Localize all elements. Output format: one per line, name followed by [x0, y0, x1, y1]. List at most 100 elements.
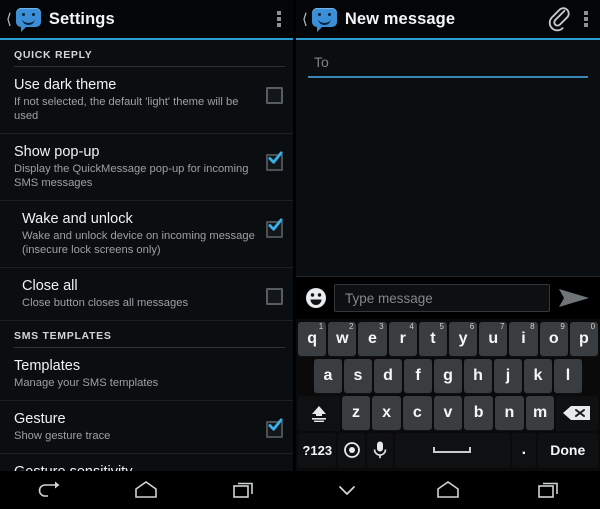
key-r[interactable]: 4r	[388, 322, 417, 356]
checkbox-wake-and-unlock[interactable]	[266, 218, 283, 238]
overflow-menu-icon[interactable]	[578, 8, 594, 30]
checkmark-icon	[268, 151, 283, 164]
setting-texts: Close all Close button closes all messag…	[22, 277, 266, 310]
period-key[interactable]: .	[512, 433, 536, 467]
done-key[interactable]: Done	[537, 433, 598, 467]
keyboard-row-3: z x c v b n m	[298, 396, 598, 430]
key-e[interactable]: 3e	[358, 322, 387, 356]
setting-texts: Wake and unlock Wake and unlock device o…	[22, 210, 266, 257]
setting-row-gesture-sensitivity[interactable]: Gesture sensitivity	[0, 454, 293, 471]
row2-right-spacer	[584, 359, 598, 393]
key-s[interactable]: s	[344, 359, 372, 393]
checkbox-show-popup[interactable]	[266, 151, 283, 171]
setting-row-templates[interactable]: Templates Manage your SMS templates	[0, 348, 293, 401]
key-v[interactable]: v	[433, 396, 463, 430]
checkbox-gesture[interactable]	[266, 418, 283, 438]
setting-row-wake-and-unlock[interactable]: Wake and unlock Wake and unlock device o…	[0, 201, 293, 268]
speech-bubble-smiley-icon[interactable]	[311, 8, 337, 32]
key-c[interactable]: c	[402, 396, 432, 430]
settings-action-bar: ⟨ Settings	[0, 0, 293, 40]
back-chevron-icon[interactable]: ⟨	[5, 12, 13, 27]
keyboard-settings-icon[interactable]	[338, 433, 365, 467]
recent-apps-icon[interactable]	[525, 475, 573, 505]
page-title: Settings	[48, 9, 115, 28]
setting-summary: Wake and unlock device on incoming messa…	[22, 230, 255, 256]
emoji-smiley-icon[interactable]	[304, 286, 328, 310]
setting-row-gesture[interactable]: Gesture Show gesture trace	[0, 401, 293, 454]
key-label: t	[430, 330, 436, 347]
checkbox-close-all[interactable]	[266, 288, 283, 305]
setting-summary: Display the QuickMessage pop-up for inco…	[14, 163, 249, 189]
backspace-key-icon[interactable]	[556, 396, 598, 430]
setting-title: Gesture	[14, 411, 66, 427]
setting-summary: Manage your SMS templates	[14, 377, 159, 389]
key-o[interactable]: 9o	[539, 322, 568, 356]
key-x[interactable]: x	[372, 396, 401, 430]
key-t[interactable]: 5t	[418, 322, 447, 356]
message-input[interactable]: Type message	[334, 284, 550, 312]
setting-row-close-all[interactable]: Close all Close button closes all messag…	[0, 268, 293, 321]
key-n[interactable]: n	[495, 396, 524, 430]
new-message-screen: ⟨ New message To Type message 1 q 2 w 3 …	[296, 0, 600, 509]
checkbox-use-dark-theme[interactable]	[266, 87, 283, 104]
key-h[interactable]: h	[464, 359, 492, 393]
setting-row-show-popup[interactable]: Show pop-up Display the QuickMessage pop…	[0, 134, 293, 201]
microphone-icon[interactable]	[366, 433, 393, 467]
page-title: New message	[344, 9, 456, 28]
home-icon[interactable]	[122, 475, 170, 505]
key-f[interactable]: f	[404, 359, 432, 393]
shift-key-icon[interactable]	[298, 396, 340, 430]
key-label: e	[368, 330, 377, 347]
space-key[interactable]	[394, 433, 511, 467]
setting-texts: Gesture Show gesture trace	[14, 410, 266, 443]
setting-row-use-dark-theme[interactable]: Use dark theme If not selected, the defa…	[0, 67, 293, 134]
recent-apps-icon[interactable]	[220, 475, 268, 505]
settings-screen: ⟨ Settings QUICK REPLY Use dark theme If…	[0, 0, 296, 509]
back-arrow-icon[interactable]	[25, 475, 73, 505]
checkmark-icon	[268, 418, 283, 431]
symbols-key[interactable]: ?123	[298, 433, 337, 467]
key-j[interactable]: j	[494, 359, 522, 393]
recipient-input[interactable]: To	[308, 48, 588, 78]
key-g[interactable]: g	[434, 359, 462, 393]
key-l[interactable]: l	[554, 359, 582, 393]
overflow-menu-icon[interactable]	[271, 8, 287, 30]
message-compose-bar: Type message	[296, 276, 600, 319]
setting-title: Templates	[14, 358, 81, 374]
key-a[interactable]: a	[314, 359, 342, 393]
key-label: i	[521, 330, 526, 347]
key-i[interactable]: 8i	[509, 322, 538, 356]
settings-list[interactable]: QUICK REPLY Use dark theme If not select…	[0, 40, 293, 471]
recipient-area: To	[296, 40, 600, 78]
dual-screenshot: ⟨ Settings QUICK REPLY Use dark theme If…	[0, 0, 600, 509]
paperclip-icon[interactable]	[546, 6, 572, 32]
key-m[interactable]: m	[525, 396, 555, 430]
system-navigation-bar-left	[0, 471, 293, 509]
key-q[interactable]: 1q	[297, 322, 327, 356]
key-k[interactable]: k	[524, 359, 552, 393]
key-d[interactable]: d	[374, 359, 402, 393]
home-icon[interactable]	[424, 475, 472, 505]
hide-keyboard-chevron-icon[interactable]	[323, 475, 371, 505]
key-p[interactable]: 0p	[569, 322, 599, 356]
speech-bubble-smiley-icon[interactable]	[15, 8, 41, 32]
message-thread-area	[296, 78, 600, 276]
checkmark-icon	[268, 218, 283, 231]
key-b[interactable]: b	[464, 396, 494, 430]
setting-texts: Templates Manage your SMS templates	[14, 357, 283, 390]
send-arrow-icon[interactable]	[554, 282, 594, 314]
compose-action-bar: ⟨ New message	[296, 0, 600, 40]
key-z[interactable]: z	[341, 396, 371, 430]
keyboard-row-1: 1q 2w 3e 4r 5t 6y 7u 8i 9o 0p	[297, 322, 599, 356]
compose-body: To	[296, 40, 600, 276]
setting-summary: Show gesture trace	[14, 430, 111, 442]
setting-texts: Use dark theme If not selected, the defa…	[14, 76, 266, 123]
key-y[interactable]: 6y	[449, 322, 478, 356]
section-header-sms-templates: SMS TEMPLATES	[14, 321, 285, 348]
on-screen-keyboard[interactable]: 1q 2w 3e 4r 5t 6y 7u 8i 9o 0p a s d f g …	[296, 319, 600, 471]
setting-summary: Close button closes all messages	[22, 297, 189, 309]
back-chevron-icon[interactable]: ⟨	[301, 12, 309, 27]
key-w[interactable]: 2w	[328, 322, 357, 356]
setting-title: Wake and unlock	[22, 211, 133, 227]
key-u[interactable]: 7u	[479, 322, 508, 356]
